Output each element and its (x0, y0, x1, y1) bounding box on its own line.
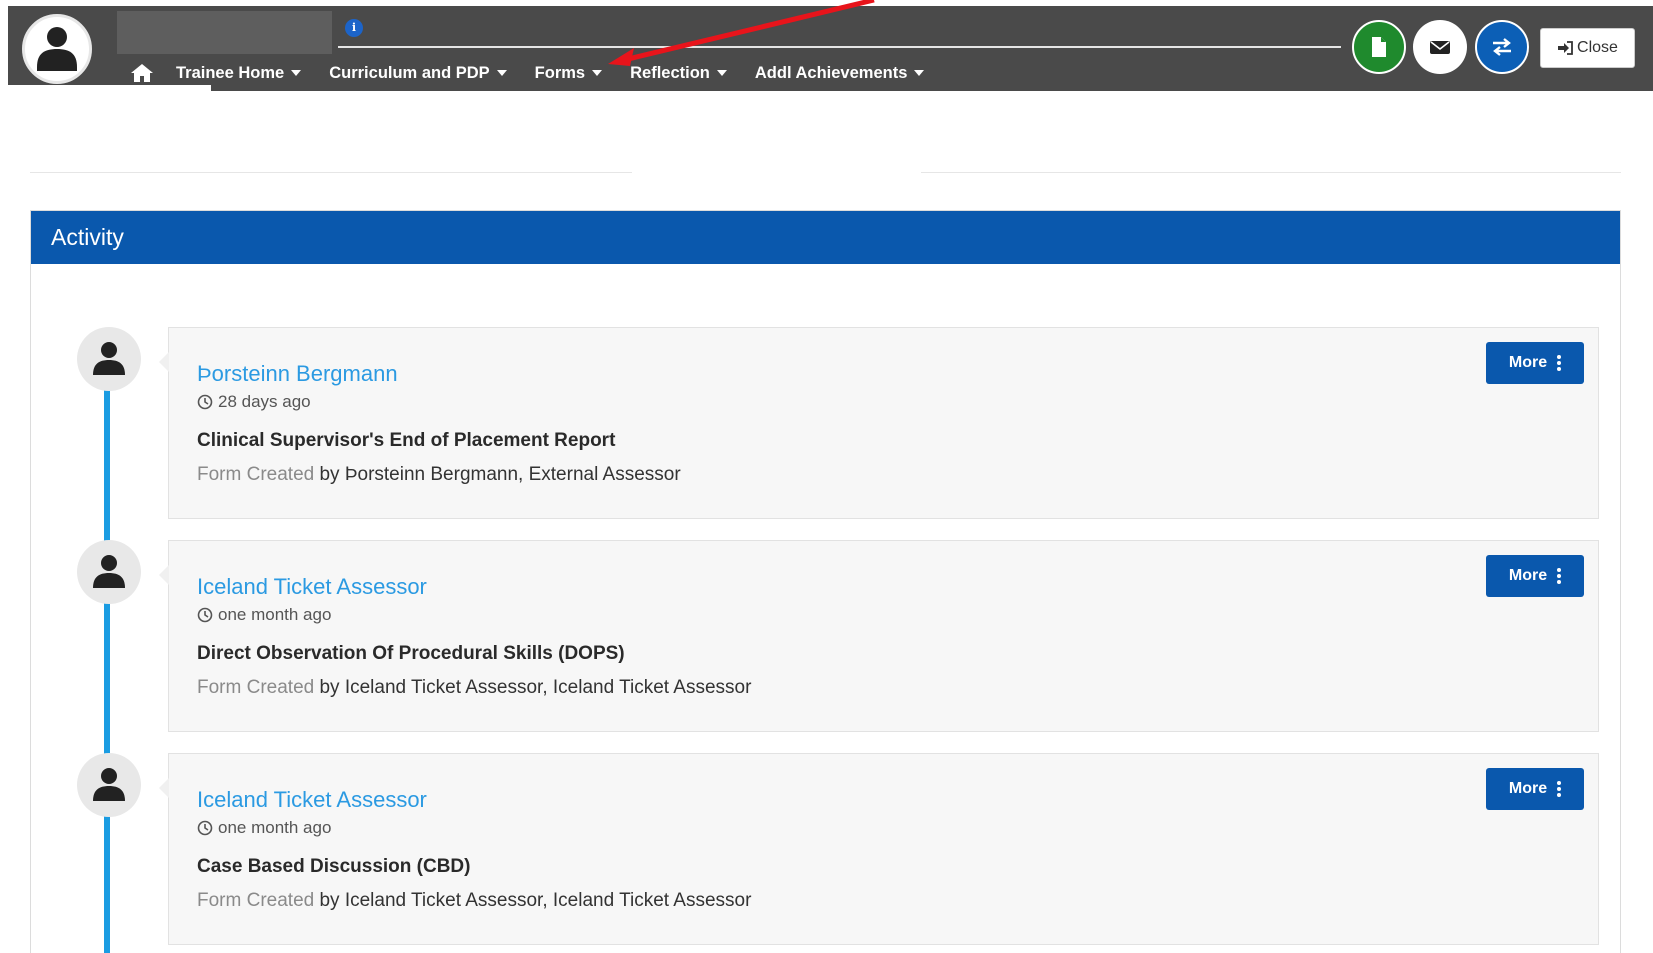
menu-curriculum-and-pdp[interactable]: Curriculum and PDP (329, 63, 507, 83)
by-text: by Iceland Ticket Assessor, Iceland Tick… (319, 677, 752, 698)
ellipsis-vertical-icon (1557, 567, 1562, 585)
form-title: Clinical Supervisor's End of Placement R… (197, 430, 616, 451)
activity-card: Iceland Ticket Assessor one month ago Ca… (159, 753, 1599, 945)
activity-description: Form Created by Iceland Ticket Assessor,… (197, 677, 751, 699)
menu-label: Forms (534, 63, 586, 82)
action-text: Form Created (197, 890, 315, 911)
ellipsis-vertical-icon (1557, 354, 1562, 372)
more-label: More (1508, 567, 1548, 584)
author-link[interactable]: Iceland Ticket Assessor (197, 787, 427, 813)
activity-description: Form Created by Iceland Ticket Assessor,… (197, 890, 751, 912)
panel-title: Activity (31, 211, 1620, 264)
clock-icon (197, 820, 213, 836)
clock-icon (197, 394, 213, 410)
more-label: More (1508, 780, 1548, 797)
document-button[interactable] (1352, 20, 1406, 74)
timeline-line (104, 385, 110, 953)
user-silhouette-icon (93, 555, 125, 588)
activity-description: Form Created by Þorsteinn Bergmann, Exte… (197, 464, 681, 486)
time-text: one month ago (218, 818, 332, 837)
navbar-notch (8, 85, 211, 97)
menu-label: Trainee Home (176, 63, 285, 82)
user-silhouette-icon (93, 342, 125, 375)
caret-down-icon (716, 70, 727, 76)
more-button[interactable]: More (1486, 342, 1584, 384)
ellipsis-vertical-icon (1557, 780, 1562, 798)
time-text: one month ago (218, 605, 332, 624)
envelope-icon (1430, 41, 1450, 54)
menu-trainee-home[interactable]: Trainee Home (176, 63, 302, 83)
author-link[interactable]: Iceland Ticket Assessor (197, 574, 427, 600)
caret-down-icon (496, 70, 507, 76)
caret-down-icon (914, 70, 925, 76)
action-text: Form Created (197, 464, 315, 485)
close-button[interactable]: Close (1540, 28, 1635, 68)
more-button[interactable]: More (1486, 555, 1584, 597)
entry-avatar (77, 327, 141, 391)
author-link[interactable]: Þorsteinn Bergmann (197, 361, 398, 387)
switch-button[interactable] (1475, 20, 1529, 74)
entry-avatar (77, 540, 141, 604)
timestamp: 28 days ago (197, 392, 311, 412)
entry-avatar (77, 753, 141, 817)
time-text: 28 days ago (218, 392, 311, 411)
more-button[interactable]: More (1486, 768, 1584, 810)
menu-forms[interactable]: Forms (534, 63, 603, 83)
page: i Trainee Home Curriculum and PDP Forms (0, 0, 1653, 953)
by-text: by Þorsteinn Bergmann, External Assessor (319, 464, 681, 485)
more-label: More (1508, 354, 1548, 371)
timestamp: one month ago (197, 605, 331, 625)
form-title: Case Based Discussion (CBD) (197, 856, 471, 877)
form-title: Direct Observation Of Procedural Skills … (197, 643, 625, 664)
close-label: Close (1577, 39, 1618, 56)
activity-card: Iceland Ticket Assessor one month ago Di… (159, 540, 1599, 732)
menu-label: Curriculum and PDP (329, 63, 490, 82)
by-text: by Iceland Ticket Assessor, Iceland Tick… (319, 890, 752, 911)
info-icon[interactable]: i (345, 19, 363, 37)
user-name-redacted (117, 11, 332, 54)
clock-icon (197, 607, 213, 623)
caret-down-icon (291, 70, 302, 76)
action-text: Form Created (197, 677, 315, 698)
document-icon (1372, 37, 1386, 57)
messages-button[interactable] (1413, 20, 1467, 74)
user-avatar[interactable] (22, 14, 92, 84)
activity-card: Þorsteinn Bergmann 28 days ago Clinical … (159, 327, 1599, 519)
user-silhouette-icon (93, 768, 125, 801)
caret-down-icon (592, 70, 603, 76)
home-icon[interactable] (130, 62, 156, 84)
section-divider (30, 172, 632, 173)
section-divider (921, 172, 1621, 173)
timestamp: one month ago (197, 818, 331, 838)
user-silhouette-icon (37, 27, 77, 71)
sign-out-icon (1558, 41, 1573, 55)
annotation-arrow-icon (608, 0, 875, 66)
exchange-icon (1493, 38, 1511, 56)
